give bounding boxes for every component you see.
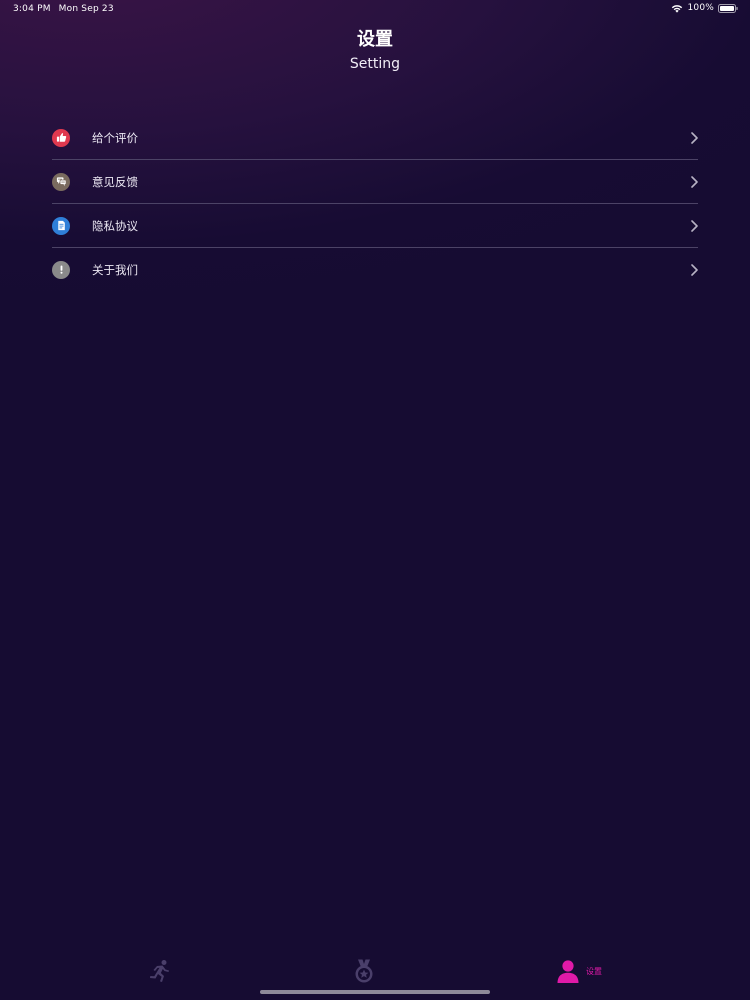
settings-item-label: 给个评价	[92, 130, 138, 145]
chevron-right-icon	[691, 263, 698, 276]
person-icon	[557, 960, 579, 983]
settings-item-privacy[interactable]: 隐私协议	[52, 204, 698, 248]
settings-item-rate[interactable]: 给个评价	[52, 116, 698, 160]
status-date: Mon Sep 23	[58, 4, 114, 14]
tab-settings[interactable]: 设置	[556, 958, 602, 984]
settings-item-label: 意见反馈	[92, 174, 138, 189]
chevron-right-icon	[691, 131, 698, 144]
tab-run[interactable]	[148, 958, 178, 984]
info-exclamation-icon	[52, 260, 70, 279]
tab-settings-label: 设置	[586, 966, 602, 976]
settings-item-about[interactable]: 关于我们	[52, 248, 698, 291]
settings-item-label: 隐私协议	[92, 218, 138, 233]
chevron-right-icon	[691, 175, 698, 188]
thumbs-up-icon	[52, 128, 70, 147]
medal-icon	[355, 959, 373, 983]
settings-item-feedback[interactable]: 意见反馈	[52, 160, 698, 204]
status-bar: 3:04 PM Mon Sep 23 100%	[0, 0, 750, 20]
settings-item-label: 关于我们	[92, 262, 138, 277]
chevron-right-icon	[691, 219, 698, 232]
page-subtitle: Setting	[349, 56, 401, 72]
page-title: 设置	[357, 29, 393, 50]
battery-icon	[718, 3, 738, 13]
battery-percent: 100%	[687, 3, 714, 13]
running-icon	[150, 960, 169, 982]
settings-list: 给个评价 意见反馈 隐私协议 关于我们	[52, 116, 698, 291]
home-indicator[interactable]	[260, 990, 490, 994]
feedback-chat-icon	[52, 172, 70, 191]
page-header: 设置 Setting	[0, 28, 750, 74]
document-icon	[52, 216, 70, 235]
status-time: 3:04 PM	[13, 4, 51, 14]
wifi-icon	[672, 4, 683, 13]
status-left: 3:04 PM Mon Sep 23	[13, 4, 114, 14]
tab-medal[interactable]	[353, 958, 381, 984]
status-right: 100%	[671, 3, 738, 13]
